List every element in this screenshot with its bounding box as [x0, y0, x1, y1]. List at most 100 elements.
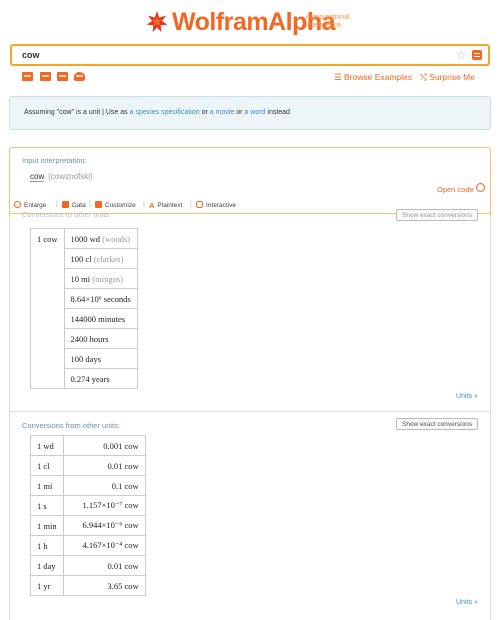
table-cell: 0.274 years [63, 368, 138, 389]
menu-icon[interactable] [472, 50, 482, 60]
cell-main: 100 cl [70, 253, 92, 264]
table-cell: 100 cl (clarkes) [63, 248, 138, 269]
download-icon [62, 201, 69, 208]
data-input-icon[interactable] [57, 72, 68, 81]
table-row: 1 h 4.167×10⁻⁴ cow [30, 535, 146, 556]
interactive-label: Interactive [206, 202, 236, 209]
interactive-button[interactable]: Interactive [196, 201, 236, 209]
cell-main: 0.274 years [70, 373, 110, 384]
from-units-link[interactable]: Units » [456, 599, 478, 606]
palette-icon [95, 201, 102, 208]
toolbar-divider: | [190, 201, 192, 208]
table-row: 1 min 6.944×10⁻⁶ cow [30, 515, 146, 536]
image-upload-icon[interactable] [40, 72, 51, 81]
unit-cell: 1 s [30, 495, 64, 516]
assumption-or: or [199, 109, 210, 116]
cell-main: 10 mi [70, 273, 91, 284]
to-units-title: Conversions to other units: [22, 210, 112, 219]
value-cell: 0.001 cow [62, 435, 146, 456]
results-left-border [9, 217, 10, 620]
keyboard-icon[interactable] [22, 72, 33, 81]
assumption-movie-link[interactable]: a movie [210, 109, 235, 116]
cell-main: 1000 wd [70, 233, 101, 244]
enlarge-label: Enlarge [24, 202, 47, 209]
cell-paren: (clarkes) [93, 253, 124, 264]
cell-main: 2400 hours [70, 333, 109, 344]
assumption-text: Assuming "cow" is a unit | Use as a spec… [24, 109, 290, 116]
value-cell: 4.167×10⁻⁴ cow [62, 535, 146, 556]
shuffle-icon: ⤭ [420, 72, 430, 82]
cell-main: 8.64×10⁶ seconds [70, 293, 131, 304]
cell-paren: (mingos) [92, 273, 123, 284]
unit-cell: 1 min [30, 515, 64, 536]
value-cell: 0.01 cow [62, 455, 146, 476]
tagline-line-1: computational [306, 14, 350, 21]
interactive-icon [196, 201, 203, 208]
assumption-or: or [234, 109, 245, 116]
assumption-species-link[interactable]: a species specification [130, 109, 200, 116]
table-row: 1 cl 0.01 cow [30, 455, 146, 476]
to-units-link[interactable]: Units » [456, 393, 478, 400]
search-input[interactable]: cow [22, 50, 40, 60]
extended-keyboard-icon[interactable] [74, 72, 85, 81]
cell-paren: (woods) [102, 233, 131, 244]
enlarge-button[interactable]: Enlarge [14, 201, 46, 209]
magnifier-icon [14, 201, 21, 208]
unit-cell: 1 cl [30, 455, 64, 476]
to-units-exact-button[interactable]: Show exact conversions [396, 209, 479, 221]
browse-examples-link[interactable]: ☰ Browse Examples [334, 72, 412, 83]
from-units-title: Conversions from other units: [22, 421, 120, 430]
table-cell: 10 mi (mingos) [63, 268, 138, 289]
table-cell: 2400 hours [63, 328, 138, 349]
header: WolframAlpha computational intelligence. [0, 8, 500, 36]
section-divider [9, 411, 491, 412]
unit-cell: 1 day [30, 555, 64, 576]
cell-main: 100 days [70, 353, 102, 364]
interpretation-secondary: (cowznofski) [48, 172, 93, 181]
from-units-table: 1 wd 0.001 cow 1 cl 0.01 cow 1 mi 0.1 cow 1… [30, 435, 146, 596]
surprise-me-label: Surprise Me [429, 72, 475, 82]
table-row: 1 wd 0.001 cow [30, 435, 146, 456]
table-row: 1 s 1.157×10⁻⁷ cow [30, 495, 146, 516]
search-bar[interactable]: cow ☆ [10, 44, 490, 66]
favorite-star-icon[interactable]: ☆ [456, 48, 467, 62]
unit-cell: 1 wd [30, 435, 64, 456]
plaintext-label: Plaintext [157, 202, 183, 209]
assumption-suffix: instead [265, 109, 290, 116]
value-cell: 0.01 cow [62, 555, 146, 576]
customize-button[interactable]: Customize [95, 201, 136, 209]
assumption-word-link[interactable]: a word [244, 109, 265, 116]
table-cell: 144000 minutes [63, 308, 138, 329]
wolfram-star-icon[interactable] [145, 10, 169, 34]
browse-examples-label: Browse Examples [343, 72, 413, 82]
assumption-box: Assuming "cow" is a unit | Use as a spec… [9, 96, 491, 130]
text-a-icon: A [149, 201, 155, 210]
toolbar-divider: | [143, 201, 145, 208]
toolbar-divider: | [56, 201, 58, 208]
data-button[interactable]: Data [62, 201, 86, 209]
open-code-icon[interactable] [476, 183, 485, 192]
value-cell: 6.944×10⁻⁶ cow [62, 515, 146, 536]
unit-cell: 1 mi [30, 475, 64, 496]
from-units-exact-button[interactable]: Show exact conversions [396, 418, 479, 430]
interpretation-main: cow [30, 172, 45, 182]
assumption-prefix: Assuming "cow" is a unit | Use as [24, 109, 130, 116]
brand-tagline: computational intelligence. [306, 14, 350, 30]
table-row: 1 cow 1000 wd (woods) [30, 228, 138, 389]
input-interpretation-label: Input interpretation: [22, 156, 87, 165]
cell-main: 144000 minutes [70, 313, 126, 324]
surprise-me-link[interactable]: ⤭ Surprise Me [420, 72, 475, 83]
to-units-table: 1 cow 1000 wd (woods) 100 cl (clarkes) 1… [30, 228, 138, 389]
open-code-link[interactable]: Open code [437, 185, 474, 194]
table-cell: 8.64×10⁶ seconds [63, 288, 138, 309]
list-icon: ☰ [334, 72, 344, 82]
toolbar-divider: | [89, 201, 91, 208]
table-row: 1 mi 0.1 cow [30, 475, 146, 496]
unit-cell: 1 h [30, 535, 64, 556]
data-label: Data [72, 202, 86, 209]
unit-cell: 1 yr [30, 575, 64, 596]
customize-label: Customize [105, 202, 136, 209]
table-cell: 100 days [63, 348, 138, 369]
table-row: 1 day 0.01 cow [30, 555, 146, 576]
plaintext-button[interactable]: A Plaintext [149, 201, 182, 210]
